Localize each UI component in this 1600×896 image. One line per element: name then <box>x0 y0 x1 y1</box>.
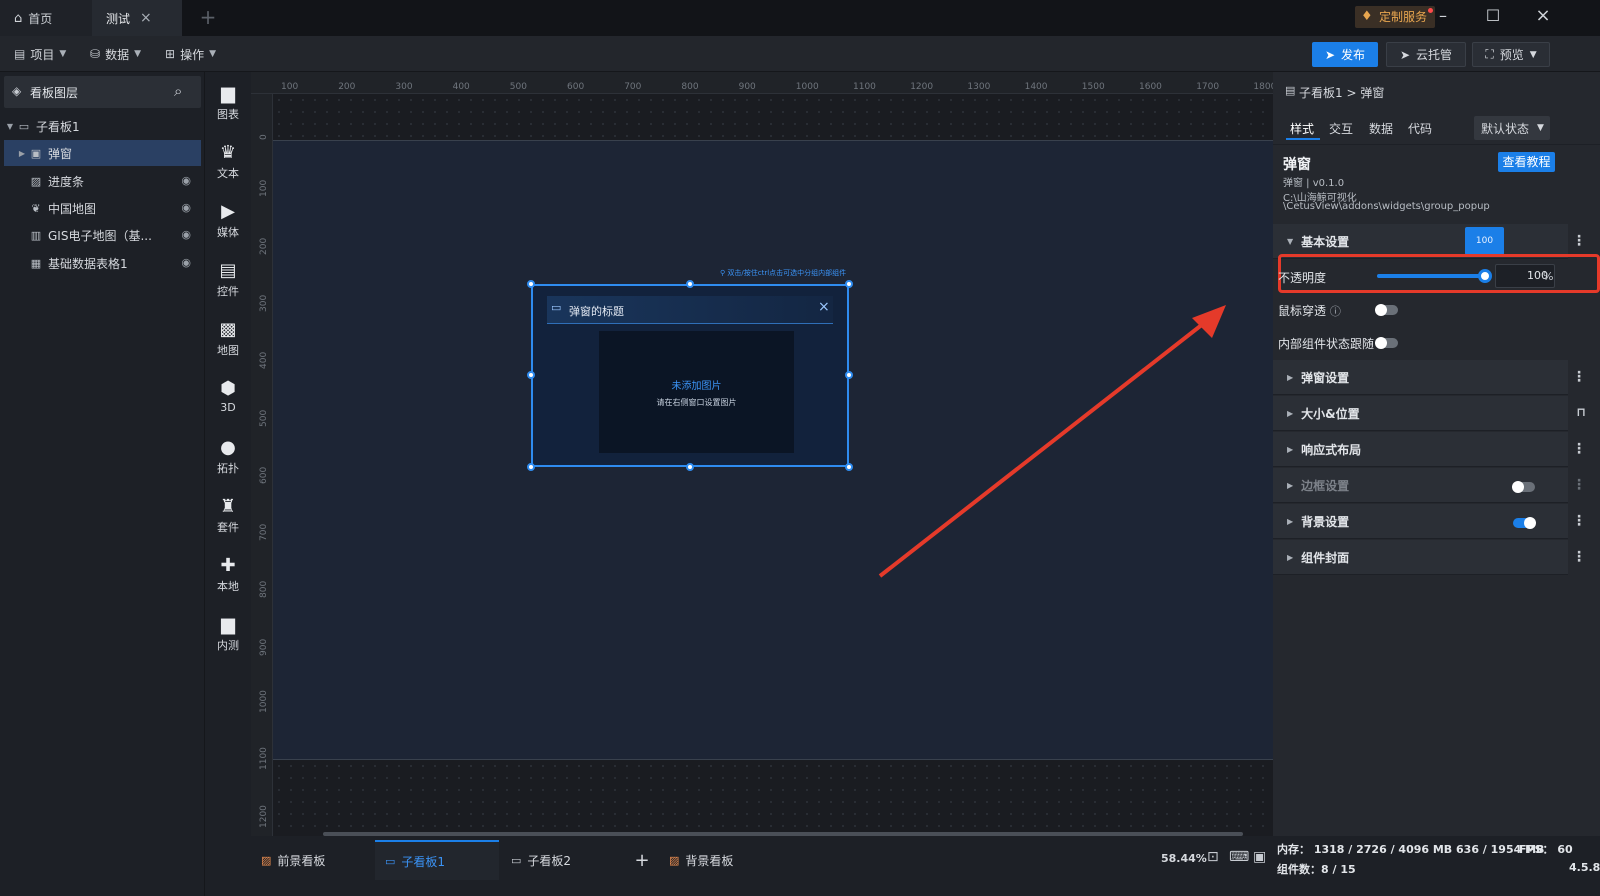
section-label: 大小&位置 <box>1301 406 1360 421</box>
board-tab-bar: ▨ 前景看板 ▭ 子看板1 ▭ 子看板2 + ▨ 背景看板 58.44% ⊡ ⌨ ▣ <box>251 836 1273 896</box>
breadcrumb: 子看板1 > 弹窗 <box>1299 86 1385 100</box>
expand-arrow-icon: ▶ <box>1287 516 1294 526</box>
border-toggle[interactable] <box>1512 481 1535 493</box>
component-version: 弹窗 | v0.1.0 <box>1283 178 1345 189</box>
more-icon[interactable]: ⋮ <box>1572 369 1586 385</box>
help-icon[interactable]: ⓘ <box>1330 305 1341 318</box>
board-tab-sub2[interactable]: ▭ 子看板2 <box>501 840 625 880</box>
section-label: 弹窗设置 <box>1301 370 1350 385</box>
tutorial-button[interactable]: 查看教程 <box>1498 152 1555 172</box>
inspector-panel: ▤ 子看板1 > 弹窗 样式 交互 数据 代码 默认状态 ▼ 弹窗 查看教程 弹… <box>1273 72 1600 836</box>
section-label: 响应式布局 <box>1301 442 1362 457</box>
expand-arrow-icon: ▶ <box>1287 372 1294 382</box>
memory-status: 内存： 1318 / 2726 / 4096 MB 636 / 1954 MB <box>1277 843 1545 856</box>
board-tab-sub1[interactable]: ▭ 子看板1 <box>375 840 499 880</box>
section-label: 基本设置 <box>1301 234 1350 249</box>
board-tab-label: 子看板1 <box>401 854 446 869</box>
mouse-through-label: 鼠标穿透 ⓘ <box>1278 302 1341 319</box>
expand-arrow-icon: ▼ <box>1287 236 1294 246</box>
mouse-through-text: 鼠标穿透 <box>1278 304 1327 318</box>
toggle-knob <box>1512 481 1524 493</box>
opacity-label: 不透明度 <box>1278 271 1327 285</box>
tab-interaction-label: 交互 <box>1329 122 1354 136</box>
component-count: 组件数：8 / 15 <box>1277 863 1356 876</box>
more-icon[interactable]: ⋮ <box>1572 549 1586 565</box>
board-tab-background[interactable]: ▨ 背景看板 <box>659 840 783 880</box>
tab-underline <box>1286 138 1320 140</box>
state-select[interactable]: 默认状态 ▼ <box>1474 116 1550 140</box>
more-icon[interactable]: ⋮ <box>1572 441 1586 457</box>
board-tab-label: 前景看板 <box>277 853 326 868</box>
toggle-knob <box>1524 517 1536 529</box>
terminal-icon[interactable]: ▣ <box>1253 849 1266 865</box>
section-label: 边框设置 <box>1301 478 1350 493</box>
toggle-knob <box>1375 304 1387 316</box>
section-size-position[interactable]: ▶ 大小&位置 ⊓ <box>1273 396 1586 431</box>
inner-follow-toggle[interactable] <box>1375 337 1398 349</box>
expand-arrow-icon: ▶ <box>1287 480 1294 490</box>
component-icon: ▤ <box>1285 84 1296 97</box>
state-select-value: 默认状态 <box>1481 121 1530 136</box>
board-icon: ▭ <box>385 854 396 868</box>
opacity-slider-fill <box>1377 274 1485 278</box>
board-icon: ▭ <box>511 853 522 867</box>
section-popup-settings[interactable]: ▶ 弹窗设置 ⋮ <box>1273 360 1586 395</box>
background-toggle[interactable] <box>1513 517 1536 529</box>
board-icon: ▨ <box>261 853 272 867</box>
keyboard-icon[interactable]: ⌨ <box>1229 849 1249 865</box>
more-icon[interactable]: ⋮ <box>1572 233 1586 249</box>
component-name: 弹窗 <box>1283 157 1311 173</box>
toggle-knob <box>1375 337 1387 349</box>
app-version: 4.5.8 <box>1569 861 1600 874</box>
component-path-2: \CetusView\addons\widgets\group_popup <box>1283 201 1490 212</box>
opacity-slider-knob[interactable] <box>1478 269 1492 283</box>
divider <box>1273 144 1600 145</box>
annotation-arrow-line <box>878 318 1210 578</box>
lock-icon[interactable]: ⊓ <box>1576 405 1586 419</box>
board-tab-label: 子看板2 <box>527 853 572 868</box>
section-label: 组件封面 <box>1301 550 1350 565</box>
board-tab-label: 背景看板 <box>685 853 734 868</box>
zoom-level: 58.44% <box>1161 852 1207 865</box>
board-tab-foreground[interactable]: ▨ 前景看板 <box>251 840 369 880</box>
opacity-unit: % <box>1543 270 1554 283</box>
fps-status: FPS： 60 <box>1519 843 1573 856</box>
more-icon[interactable]: ⋮ <box>1572 513 1586 529</box>
tab-interaction[interactable]: 交互 <box>1329 120 1353 137</box>
chevron-down-icon: ▼ <box>1537 123 1544 133</box>
tab-style-label: 样式 <box>1290 122 1315 136</box>
expand-arrow-icon: ▶ <box>1287 444 1294 454</box>
tab-code[interactable]: 代码 <box>1408 120 1432 137</box>
mouse-through-toggle[interactable] <box>1375 304 1398 316</box>
status-bar: 内存： 1318 / 2726 / 4096 MB 636 / 1954 MB … <box>1273 836 1600 896</box>
annotation-arrow-head <box>1192 305 1226 338</box>
fit-screen-icon[interactable]: ⊡ <box>1207 849 1219 865</box>
expand-arrow-icon: ▶ <box>1287 552 1294 562</box>
opacity-slider[interactable] <box>1377 269 1492 283</box>
section-responsive-layout[interactable]: ▶ 响应式布局 ⋮ <box>1273 432 1586 467</box>
inner-follow-label: 内部组件状态跟随 <box>1278 337 1375 351</box>
slider-tooltip: 100 <box>1465 227 1504 255</box>
tab-style[interactable]: 样式 <box>1290 120 1314 137</box>
section-component-cover[interactable]: ▶ 组件封面 ⋮ <box>1273 540 1586 575</box>
tab-data-label: 数据 <box>1369 122 1394 136</box>
add-board-button[interactable]: + <box>627 840 657 880</box>
board-icon: ▨ <box>669 853 680 867</box>
section-label: 背景设置 <box>1301 514 1350 529</box>
tab-data[interactable]: 数据 <box>1369 120 1393 137</box>
expand-arrow-icon: ▶ <box>1287 408 1294 418</box>
tab-code-label: 代码 <box>1408 122 1433 136</box>
more-icon[interactable]: ⋮ <box>1572 477 1586 493</box>
